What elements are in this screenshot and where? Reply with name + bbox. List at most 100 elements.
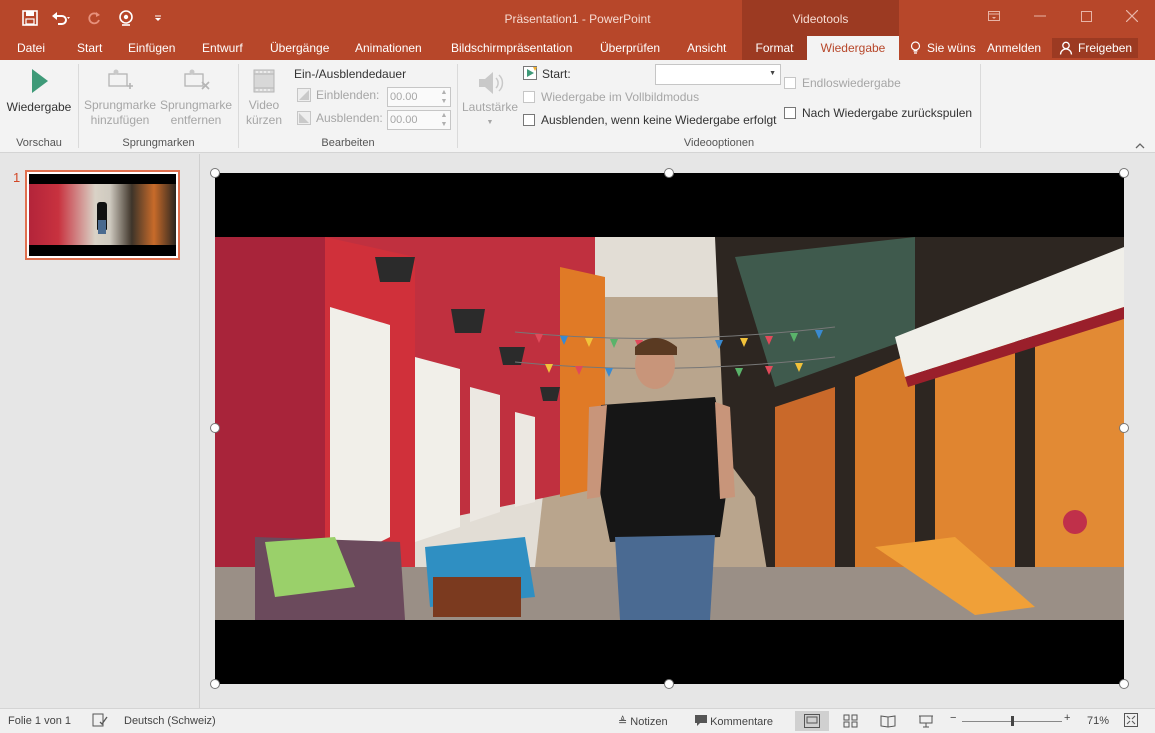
- close-icon[interactable]: [1109, 0, 1155, 32]
- resize-handle-top[interactable]: [664, 168, 674, 178]
- street-scene-image: [215, 237, 1124, 620]
- stepper-arrows-icon[interactable]: ▲ ▼: [438, 111, 450, 129]
- slide-thumbnail-pane: 1: [0, 154, 200, 708]
- save-icon[interactable]: [15, 3, 45, 33]
- tab-ansicht[interactable]: Ansicht: [687, 36, 726, 60]
- zoom-out-button[interactable]: −: [950, 712, 956, 724]
- resize-handle-bottom-right[interactable]: [1119, 679, 1129, 689]
- tab-bildschirmpraesentation[interactable]: Bildschirmpräsentation: [451, 36, 572, 60]
- zoom-level[interactable]: 71%: [1087, 715, 1109, 727]
- ribbon-tabs: Datei Start Einfügen Entwurf Übergänge A…: [0, 36, 1155, 60]
- minimize-icon[interactable]: [1017, 0, 1063, 32]
- zoom-slider-track[interactable]: [962, 716, 1062, 726]
- checkbox-box[interactable]: [784, 107, 796, 119]
- comments-button[interactable]: Kommentare: [695, 715, 773, 728]
- volume-label: Lautstärke: [461, 100, 519, 114]
- loop-checkbox[interactable]: Endloswiedergabe: [784, 76, 901, 90]
- zoom-slider-thumb[interactable]: [1011, 716, 1014, 726]
- quick-access-toolbar: [0, 0, 173, 36]
- slide-sorter-view-icon[interactable]: [834, 711, 868, 731]
- remove-bookmark-label-2: entfernen: [170, 113, 222, 127]
- fade-in-stepper[interactable]: 00.00 ▲ ▼: [387, 87, 451, 107]
- fade-in-icon: [297, 88, 311, 102]
- presentation-from-start-icon[interactable]: [111, 3, 141, 33]
- start-dropdown[interactable]: ▼: [655, 64, 781, 85]
- slide-thumbnail[interactable]: [25, 170, 180, 260]
- language-indicator[interactable]: Deutsch (Schweiz): [124, 715, 216, 727]
- sign-in-link[interactable]: Anmelden: [987, 36, 1041, 60]
- tab-einfuegen[interactable]: Einfügen: [128, 36, 175, 60]
- trim-video-label-1: Video: [248, 98, 280, 112]
- collapse-ribbon-icon[interactable]: [1135, 138, 1145, 152]
- share-label: Freigeben: [1078, 41, 1133, 55]
- slideshow-view-icon[interactable]: [909, 711, 943, 731]
- checkbox-box[interactable]: [784, 77, 796, 89]
- fit-to-window-icon[interactable]: [1124, 713, 1138, 730]
- start-play-icon: [523, 66, 537, 80]
- play-preview-label: Wiedergabe: [6, 100, 72, 114]
- spellcheck-icon[interactable]: [92, 713, 108, 730]
- tab-uebergaenge[interactable]: Übergänge: [270, 36, 329, 60]
- fade-out-value: 00.00: [390, 114, 418, 126]
- add-bookmark-label-1: Sprungmarke: [83, 98, 157, 112]
- window-controls: [971, 0, 1155, 36]
- tab-animationen[interactable]: Animationen: [355, 36, 422, 60]
- checkbox-box[interactable]: [523, 114, 535, 126]
- fade-out-stepper[interactable]: 00.00 ▲ ▼: [387, 110, 451, 130]
- resize-handle-right[interactable]: [1119, 423, 1129, 433]
- rewind-after-playing-label: Nach Wiedergabe zurückspulen: [802, 106, 973, 120]
- speaker-icon: [479, 72, 504, 94]
- video-frame-image: [215, 237, 1124, 620]
- resize-handle-bottom-left[interactable]: [210, 679, 220, 689]
- tab-datei[interactable]: Datei: [17, 36, 45, 60]
- resize-handle-bottom[interactable]: [664, 679, 674, 689]
- maximize-icon[interactable]: [1063, 0, 1109, 32]
- hide-when-not-playing-checkbox[interactable]: Ausblenden, wenn keine Wiedergabe erfolg…: [523, 113, 777, 127]
- fade-in-value: 00.00: [390, 91, 418, 103]
- reading-view-icon[interactable]: [871, 711, 905, 731]
- tab-format[interactable]: Format: [742, 36, 807, 60]
- video-object[interactable]: [215, 173, 1124, 684]
- loop-label: Endloswiedergabe: [802, 76, 901, 90]
- rewind-after-playing-checkbox[interactable]: Nach Wiedergabe zurückspulen: [784, 106, 972, 120]
- add-bookmark-label-2: hinzufügen: [90, 113, 150, 127]
- checkbox-box[interactable]: [523, 91, 535, 103]
- contextual-tab-title: Videotools: [742, 0, 899, 36]
- group-label-videooptionen: Videooptionen: [683, 137, 755, 149]
- zoom-in-button[interactable]: +: [1064, 712, 1070, 724]
- remove-bookmark-icon: [184, 69, 210, 90]
- normal-view-icon[interactable]: [795, 711, 829, 731]
- fade-out-row: Ausblenden:: [297, 111, 383, 125]
- volume-button[interactable]: Lautstärke ▼: [461, 68, 519, 130]
- fullscreen-label: Wiedergabe im Vollbildmodus: [541, 90, 700, 104]
- trim-video-button[interactable]: Video kürzen: [242, 68, 286, 128]
- resize-handle-top-left[interactable]: [210, 168, 220, 178]
- hide-when-not-playing-label: Ausblenden, wenn keine Wiedergabe erfolg…: [541, 113, 777, 127]
- group-divider: [457, 64, 458, 148]
- undo-icon[interactable]: [47, 3, 77, 33]
- fade-out-label: Ausblenden:: [316, 111, 383, 125]
- remove-bookmark-label-1: Sprungmarke: [159, 98, 233, 112]
- stepper-arrows-icon[interactable]: ▲ ▼: [438, 88, 450, 106]
- fullscreen-checkbox[interactable]: Wiedergabe im Vollbildmodus: [523, 90, 699, 104]
- play-preview-button[interactable]: Wiedergabe: [6, 68, 72, 115]
- remove-bookmark-button[interactable]: Sprungmarke entfernen: [158, 68, 234, 128]
- add-bookmark-button[interactable]: Sprungmarke hinzufügen: [82, 68, 158, 128]
- ribbon-display-options-icon[interactable]: [971, 0, 1017, 32]
- tab-wiedergabe[interactable]: Wiedergabe: [807, 36, 899, 60]
- slide-number: 1: [13, 170, 21, 185]
- title-bar: Präsentation1 - PowerPoint Videotools: [0, 0, 1155, 36]
- customize-toolbar-icon[interactable]: [143, 3, 173, 33]
- tab-entwurf[interactable]: Entwurf: [202, 36, 243, 60]
- tab-ueberpruefen[interactable]: Überprüfen: [600, 36, 660, 60]
- redo-icon[interactable]: [79, 3, 109, 33]
- ribbon-wiedergabe: Wiedergabe Vorschau Sprungmarke hinzufüg…: [0, 60, 1155, 153]
- resize-handle-top-right[interactable]: [1119, 168, 1129, 178]
- resize-handle-left[interactable]: [210, 423, 220, 433]
- tab-start[interactable]: Start: [77, 36, 102, 60]
- notes-button[interactable]: ≜ Notizen: [618, 715, 668, 728]
- share-button[interactable]: Freigeben: [1052, 38, 1138, 58]
- trim-video-label-2: kürzen: [245, 113, 283, 127]
- tell-me-search[interactable]: Sie wüns: [910, 36, 976, 60]
- tell-me-label: Sie wüns: [927, 41, 976, 55]
